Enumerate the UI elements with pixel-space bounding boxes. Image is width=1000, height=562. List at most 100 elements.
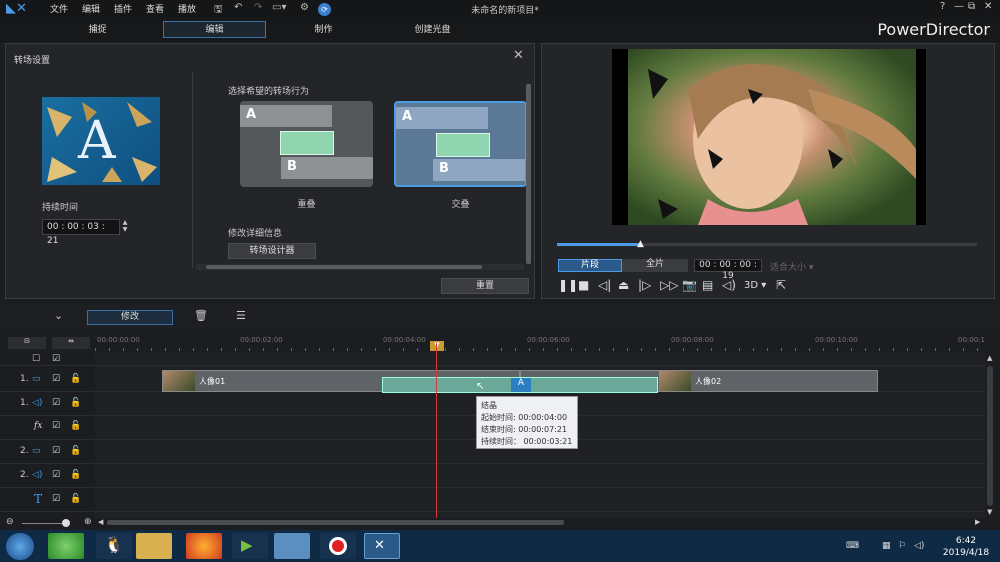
- overlap-option[interactable]: A B: [240, 101, 373, 187]
- scroll-down-icon[interactable]: ▼: [987, 508, 992, 516]
- cross-label: 交叠: [451, 200, 470, 210]
- taskbar-app-firefox[interactable]: [186, 533, 222, 559]
- account-icon[interactable]: ⟳: [318, 3, 331, 16]
- menu-edit[interactable]: 编辑: [82, 2, 100, 15]
- taskbar-app-notes[interactable]: [274, 533, 310, 559]
- subtitle-icon[interactable]: ▤: [702, 278, 713, 292]
- taskbar-app-360[interactable]: [48, 533, 84, 559]
- taskbar-app-qq[interactable]: 🐧: [96, 533, 132, 559]
- track-row-header: [0, 352, 985, 366]
- lock-icon[interactable]: 🔓: [70, 446, 81, 456]
- modify-button[interactable]: 修改: [87, 310, 173, 325]
- detach-preview-icon[interactable]: ⇱: [776, 278, 786, 292]
- lock-icon[interactable]: 🔓: [70, 398, 81, 408]
- next-frame-icon[interactable]: |▷: [638, 278, 651, 292]
- restore-button[interactable]: ⧉: [968, 1, 975, 12]
- taskbar-app-explorer[interactable]: [136, 533, 172, 559]
- taskbar-app-powerdirector[interactable]: ✕: [364, 533, 400, 559]
- duration-spinner[interactable]: ▲ ▼: [120, 219, 130, 235]
- movie-mode-button[interactable]: 全片: [622, 259, 688, 272]
- volume-icon[interactable]: ◁): [722, 278, 736, 292]
- timeline-horizontal-scrollbar[interactable]: [107, 520, 564, 525]
- transition-block: [436, 133, 490, 157]
- scroll-left-icon[interactable]: ◀: [98, 518, 103, 526]
- undo-icon[interactable]: ↶: [234, 2, 242, 13]
- zoom-slider-handle[interactable]: [62, 519, 70, 527]
- taskbar-clock[interactable]: 6:42 2019/4/18: [938, 535, 994, 559]
- duration-field[interactable]: 00 : 00 : 03 : 21: [42, 219, 120, 246]
- zoom-in-icon[interactable]: ⊕: [84, 517, 92, 527]
- fit-timeline-icon[interactable]: ⇹: [52, 337, 90, 349]
- panel-close-icon[interactable]: ✕: [513, 48, 524, 63]
- track-enable-checkbox[interactable]: ☑: [52, 446, 60, 456]
- tab-edit[interactable]: 编辑: [163, 21, 266, 38]
- track-manager-icon[interactable]: ⊟: [8, 337, 46, 349]
- fx-track-icon: fx: [34, 421, 43, 431]
- start-button[interactable]: [6, 533, 34, 560]
- pause-icon[interactable]: ❚❚: [558, 278, 578, 292]
- cross-option[interactable]: A B: [394, 101, 527, 187]
- aspect-ratio-icon[interactable]: ▭▾: [272, 2, 286, 13]
- transition-clip[interactable]: A: [382, 377, 658, 393]
- track-enable-checkbox[interactable]: ☑: [52, 354, 60, 364]
- track-enable-checkbox[interactable]: ☑: [52, 421, 60, 431]
- tab-create-disc[interactable]: 创建光盘: [381, 21, 484, 38]
- more-icon[interactable]: ☰: [236, 309, 246, 322]
- lock-icon[interactable]: 🔓: [70, 374, 81, 384]
- stop-icon[interactable]: ■: [578, 278, 589, 292]
- panel-vertical-scrollbar[interactable]: [526, 84, 531, 264]
- scroll-right-icon[interactable]: ▶: [975, 518, 980, 526]
- tab-produce[interactable]: 制作: [272, 21, 375, 38]
- collapse-icon[interactable]: ⌄: [54, 309, 63, 322]
- network-icon[interactable]: ▦: [882, 541, 891, 551]
- redo-icon[interactable]: ↷: [254, 2, 262, 13]
- menu-view[interactable]: 查看: [146, 2, 164, 15]
- timeline-vertical-scrollbar[interactable]: [987, 366, 993, 506]
- track-enable-checkbox[interactable]: ☑: [52, 374, 60, 384]
- lock-icon[interactable]: 🔓: [70, 470, 81, 480]
- lock-icon[interactable]: 🔓: [70, 494, 81, 504]
- track-visibility-icon[interactable]: ☐: [32, 354, 40, 364]
- fast-forward-icon[interactable]: ▷▷: [660, 278, 678, 292]
- scrollbar-thumb[interactable]: [206, 265, 482, 269]
- taskbar-app-camtasia[interactable]: ▶: [232, 533, 268, 559]
- track-enable-checkbox[interactable]: ☑: [52, 494, 60, 504]
- track-enable-checkbox[interactable]: ☑: [52, 398, 60, 408]
- speaker-icon[interactable]: ◁): [914, 541, 924, 551]
- menu-plugins[interactable]: 插件: [114, 2, 132, 15]
- action-center-icon[interactable]: ⚐: [898, 541, 906, 551]
- ruler-tick: 00:00:02:00: [240, 336, 283, 344]
- split-icon[interactable]: ⏏: [618, 278, 629, 292]
- preview-timecode[interactable]: 00 : 00 : 00 : 19: [694, 259, 762, 281]
- save-icon[interactable]: 🖫: [214, 2, 223, 19]
- 3d-mode-button[interactable]: 3D ▾: [744, 280, 766, 291]
- tooltip-title: 结晶: [481, 401, 497, 410]
- transition-designer-button[interactable]: 转场设计器: [228, 243, 316, 259]
- minimize-button[interactable]: —: [954, 1, 964, 12]
- snapshot-icon[interactable]: 📷: [682, 278, 697, 292]
- prev-frame-icon[interactable]: ◁|: [598, 278, 611, 292]
- playhead-handle-icon[interactable]: ▼: [430, 341, 444, 351]
- scroll-up-icon[interactable]: ▲: [987, 354, 992, 362]
- reset-button[interactable]: 重置: [441, 278, 529, 294]
- settings-gear-icon[interactable]: ⚙: [300, 2, 309, 13]
- menu-file[interactable]: 文件: [50, 2, 68, 15]
- menu-play[interactable]: 播放: [178, 2, 196, 15]
- track-number: 2.: [20, 470, 29, 480]
- lock-icon[interactable]: 🔓: [70, 421, 81, 431]
- seek-handle-icon[interactable]: ▲: [637, 239, 644, 249]
- ruler-tick: 00:00:08:00: [671, 336, 714, 344]
- taskbar-app-recorder[interactable]: [320, 533, 356, 559]
- delete-icon[interactable]: 🗑: [194, 309, 208, 322]
- playhead-line[interactable]: [436, 343, 437, 518]
- fit-size-dropdown[interactable]: 适合大小 ▾: [770, 260, 813, 273]
- close-button[interactable]: ✕: [984, 1, 992, 12]
- track-enable-checkbox[interactable]: ☑: [52, 470, 60, 480]
- panel-divider: [192, 72, 193, 268]
- tab-capture[interactable]: 捕捉: [46, 21, 149, 38]
- clip-mode-button[interactable]: 片段: [558, 259, 622, 272]
- zoom-out-icon[interactable]: ⊖: [6, 517, 14, 527]
- panel-title: 转场设置: [14, 56, 51, 66]
- keyboard-icon[interactable]: ⌨: [846, 541, 859, 551]
- help-button[interactable]: ?: [940, 1, 945, 12]
